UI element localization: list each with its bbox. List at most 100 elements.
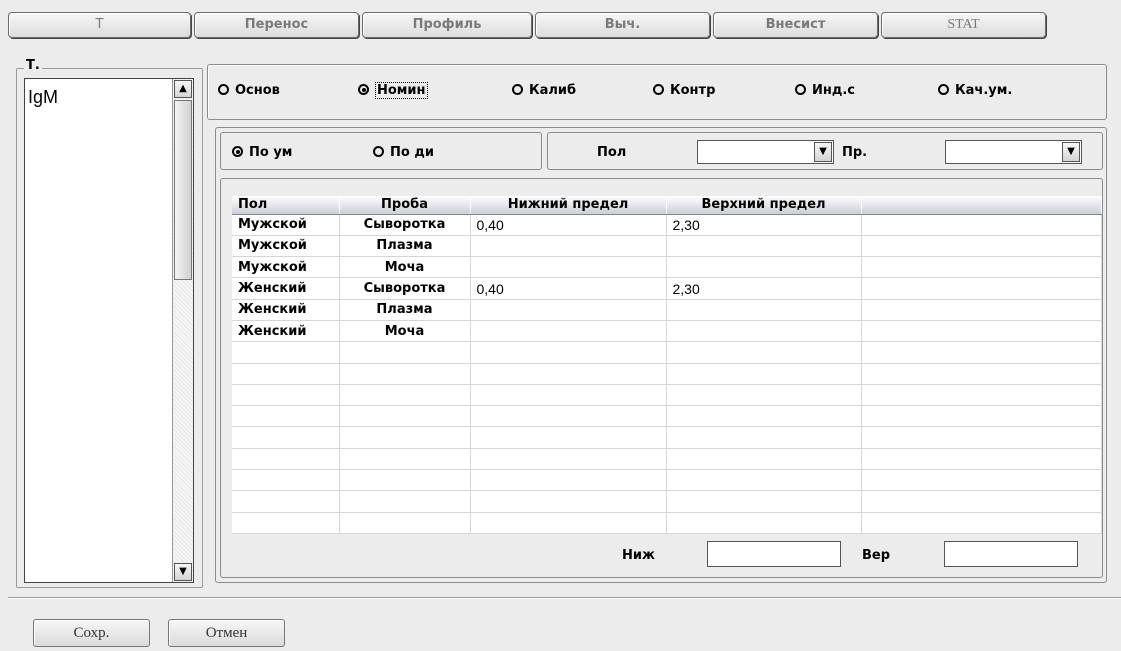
- scroll-up-icon[interactable]: ▲: [174, 80, 192, 98]
- cell-empty[interactable]: [339, 490, 471, 513]
- cell-empty[interactable]: [339, 448, 471, 471]
- cell-sample[interactable]: Моча: [339, 320, 471, 343]
- cell-empty[interactable]: [470, 512, 667, 534]
- cell-low-limit[interactable]: [470, 235, 667, 258]
- cell-empty[interactable]: [861, 256, 1102, 279]
- radio-calibration[interactable]: Калиб: [512, 83, 576, 98]
- table-row[interactable]: [232, 469, 1102, 492]
- cell-empty[interactable]: [470, 448, 667, 471]
- cell-high-limit[interactable]: 2,30: [666, 277, 862, 300]
- cell-empty[interactable]: [232, 426, 340, 449]
- cell-empty[interactable]: [666, 384, 862, 407]
- cell-high-limit[interactable]: [666, 256, 862, 279]
- table-row[interactable]: [232, 426, 1102, 449]
- column-header-sample[interactable]: Проба: [339, 196, 471, 215]
- cancel-button[interactable]: Отмен: [168, 619, 285, 647]
- table-row[interactable]: [232, 341, 1102, 364]
- low-limit-input[interactable]: [707, 541, 841, 567]
- cell-empty[interactable]: [861, 235, 1102, 258]
- cell-empty[interactable]: [861, 405, 1102, 428]
- cell-sample[interactable]: Сыворотка: [339, 277, 471, 300]
- table-row[interactable]: [232, 490, 1102, 513]
- cell-empty[interactable]: [339, 341, 471, 364]
- cell-empty[interactable]: [339, 384, 471, 407]
- cell-empty[interactable]: [666, 341, 862, 364]
- cell-empty[interactable]: [339, 405, 471, 428]
- cell-empty[interactable]: [232, 490, 340, 513]
- cell-empty[interactable]: [861, 469, 1102, 492]
- cell-sample[interactable]: Моча: [339, 256, 471, 279]
- cell-empty[interactable]: [666, 469, 862, 492]
- sample-filter-select[interactable]: ▼: [945, 140, 1082, 164]
- cell-high-limit[interactable]: 2,30: [666, 214, 862, 236]
- table-row[interactable]: [232, 384, 1102, 407]
- cell-empty[interactable]: [232, 363, 340, 385]
- cell-empty[interactable]: [470, 405, 667, 428]
- cell-high-limit[interactable]: [666, 320, 862, 343]
- cell-low-limit[interactable]: 0,40: [470, 277, 667, 300]
- cell-empty[interactable]: [470, 384, 667, 407]
- cell-empty[interactable]: [232, 448, 340, 471]
- cell-sex[interactable]: Мужской: [232, 235, 340, 258]
- table-row[interactable]: Женский Моча: [232, 320, 1102, 343]
- cell-empty[interactable]: [232, 405, 340, 428]
- high-limit-input[interactable]: [944, 541, 1078, 567]
- cell-empty[interactable]: [666, 448, 862, 471]
- cell-empty[interactable]: [666, 490, 862, 513]
- cell-empty[interactable]: [339, 363, 471, 385]
- radio-individual[interactable]: Инд.с: [795, 83, 855, 98]
- cell-empty[interactable]: [232, 469, 340, 492]
- tests-listbox[interactable]: IgM ▲ ▼: [24, 78, 194, 583]
- cell-sex[interactable]: Мужской: [232, 214, 340, 236]
- list-item[interactable]: IgM: [28, 87, 58, 108]
- scroll-thumb[interactable]: [174, 100, 192, 280]
- column-header-sex[interactable]: Пол: [232, 196, 340, 215]
- cell-empty[interactable]: [861, 214, 1102, 236]
- tab-external[interactable]: Внесист: [713, 12, 878, 38]
- cell-empty[interactable]: [232, 341, 340, 364]
- cell-empty[interactable]: [861, 299, 1102, 321]
- sex-filter-select[interactable]: ▼: [697, 140, 834, 164]
- cell-empty[interactable]: [232, 384, 340, 407]
- tab-calc[interactable]: Выч.: [535, 12, 710, 38]
- cell-empty[interactable]: [861, 363, 1102, 385]
- cell-empty[interactable]: [339, 426, 471, 449]
- cell-empty[interactable]: [861, 512, 1102, 534]
- cell-empty[interactable]: [666, 426, 862, 449]
- radio-nominal[interactable]: Номин: [358, 82, 428, 99]
- cell-low-limit[interactable]: [470, 299, 667, 321]
- cell-empty[interactable]: [339, 512, 471, 534]
- scroll-down-icon[interactable]: ▼: [174, 563, 192, 581]
- vertical-scrollbar[interactable]: ▲ ▼: [172, 79, 193, 582]
- cell-empty[interactable]: [861, 384, 1102, 407]
- cell-empty[interactable]: [666, 512, 862, 534]
- cell-empty[interactable]: [666, 405, 862, 428]
- radio-basic[interactable]: Основ: [218, 83, 280, 98]
- cell-sample[interactable]: Плазма: [339, 235, 471, 258]
- cell-low-limit[interactable]: [470, 256, 667, 279]
- cell-high-limit[interactable]: [666, 235, 862, 258]
- radio-control[interactable]: Контр: [653, 83, 715, 98]
- chevron-down-icon[interactable]: ▼: [814, 142, 832, 162]
- radio-qualitative[interactable]: Кач.ум.: [938, 83, 1012, 98]
- table-row[interactable]: Женский Плазма: [232, 299, 1102, 321]
- cell-sex[interactable]: Мужской: [232, 256, 340, 279]
- cell-empty[interactable]: [470, 469, 667, 492]
- cell-empty[interactable]: [339, 469, 471, 492]
- cell-empty[interactable]: [861, 490, 1102, 513]
- table-row[interactable]: Мужской Плазма: [232, 235, 1102, 258]
- cell-empty[interactable]: [861, 426, 1102, 449]
- cell-low-limit[interactable]: [470, 320, 667, 343]
- ranges-grid[interactable]: Пол Проба Нижний предел Верхний предел М…: [232, 196, 1102, 534]
- tab-stat[interactable]: STAT: [881, 12, 1046, 38]
- cell-sample[interactable]: Плазма: [339, 299, 471, 321]
- table-row[interactable]: Мужской Моча: [232, 256, 1102, 279]
- cell-empty[interactable]: [232, 512, 340, 534]
- table-row[interactable]: [232, 448, 1102, 471]
- cell-high-limit[interactable]: [666, 299, 862, 321]
- cell-sample[interactable]: Сыворотка: [339, 214, 471, 236]
- table-row[interactable]: Мужской Сыворотка 0,40 2,30: [232, 214, 1102, 236]
- table-row[interactable]: [232, 512, 1102, 534]
- cell-empty[interactable]: [470, 341, 667, 364]
- table-row[interactable]: Женский Сыворотка 0,40 2,30: [232, 277, 1102, 300]
